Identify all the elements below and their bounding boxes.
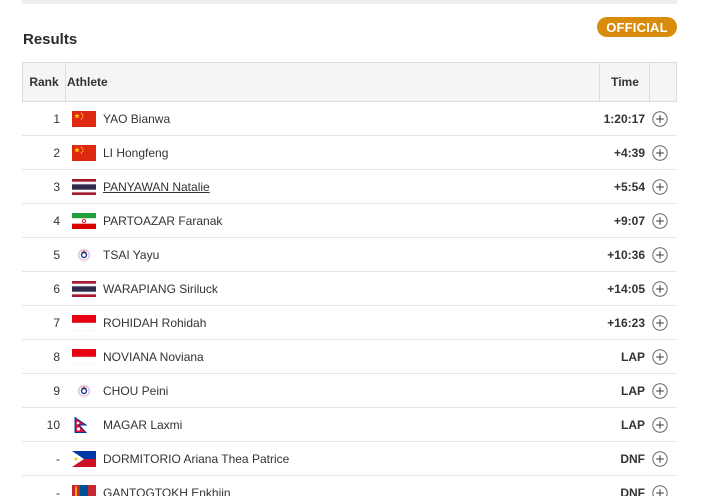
status-badge: OFFICIAL [597,17,677,37]
iran-flag-icon [71,204,96,237]
column-header-athlete[interactable]: Athlete [67,63,108,101]
section-title: Results [23,31,77,48]
table-row[interactable]: 5 TSAI Yayu +10:36 [22,238,677,272]
table-row[interactable]: 8 NOVIANA Noviana LAP [22,340,677,374]
table-row[interactable]: - GANTOGTOKH Enkhjin DNF [22,476,677,496]
time-cell: +10:36 [607,238,645,271]
table-row[interactable]: 10 MAGAR Laxmi LAP [22,408,677,442]
athlete-name: NOVIANA Noviana [103,340,204,373]
table-header: Rank Athlete Time [22,62,677,102]
expand-plus-icon[interactable] [651,102,669,135]
indonesia-flag-icon [71,340,96,373]
expand-plus-icon[interactable] [651,136,669,169]
nepal-flag-icon [71,408,96,441]
time-cell: DNF [620,442,645,475]
expand-plus-icon[interactable] [651,408,669,441]
athlete-name: CHOU Peini [103,374,168,407]
rank-cell: 8 [22,340,60,373]
athlete-name: YAO Bianwa [103,102,170,135]
time-cell: LAP [621,374,645,407]
athlete-name: WARAPIANG Siriluck [103,272,218,305]
athlete-name: MAGAR Laxmi [103,408,182,441]
results-table: Rank Athlete Time 1 YAO Bianwa 1:20:17 2 LI … [22,62,677,496]
time-cell: +14:05 [607,272,645,305]
athlete-name: TSAI Yayu [103,238,159,271]
table-row[interactable]: 7 ROHIDAH Rohidah +16:23 [22,306,677,340]
time-cell: 1:20:17 [604,102,645,135]
thailand-flag-icon [71,170,96,203]
expand-plus-icon[interactable] [651,476,669,496]
column-header-rank[interactable]: Rank [23,63,65,101]
time-cell: +5:54 [614,170,645,203]
indonesia-flag-icon [71,306,96,339]
table-row[interactable]: 9 CHOU Peini LAP [22,374,677,408]
rank-cell: 9 [22,374,60,407]
thailand-flag-icon [71,272,96,305]
athlete-name: GANTOGTOKH Enkhjin [103,476,231,496]
philippines-flag-icon [71,442,96,475]
table-row[interactable]: 3 PANYAWAN Natalie +5:54 [22,170,677,204]
rank-cell: 7 [22,306,60,339]
rank-cell: 10 [22,408,60,441]
rank-cell: 5 [22,238,60,271]
table-row[interactable]: 6 WARAPIANG Siriluck +14:05 [22,272,677,306]
rank-cell: - [22,442,60,475]
athlete-name: ROHIDAH Rohidah [103,306,206,339]
column-header-time[interactable]: Time [600,63,650,101]
time-cell: LAP [621,340,645,373]
time-cell: DNF [620,476,645,496]
table-row[interactable]: - DORMITORIO Ariana Thea Patrice DNF [22,442,677,476]
athlete-name: PARTOAZAR Faranak [103,204,222,237]
top-divider [22,0,677,4]
table-row[interactable]: 4 PARTOAZAR Faranak +9:07 [22,204,677,238]
china-flag-icon [71,102,96,135]
table-row[interactable]: 2 LI Hongfeng +4:39 [22,136,677,170]
expand-plus-icon[interactable] [651,374,669,407]
column-divider [649,63,650,101]
expand-plus-icon[interactable] [651,204,669,237]
rank-cell: 1 [22,102,60,135]
time-cell: +16:23 [607,306,645,339]
rank-cell: - [22,476,60,496]
rank-cell: 3 [22,170,60,203]
table-row[interactable]: 1 YAO Bianwa 1:20:17 [22,102,677,136]
expand-plus-icon[interactable] [651,272,669,305]
china-flag-icon [71,136,96,169]
athlete-name: DORMITORIO Ariana Thea Patrice [103,442,289,475]
expand-plus-icon[interactable] [651,170,669,203]
time-cell: +9:07 [614,204,645,237]
expand-plus-icon[interactable] [651,238,669,271]
expand-plus-icon[interactable] [651,442,669,475]
time-cell: LAP [621,408,645,441]
athlete-name: LI Hongfeng [103,136,168,169]
expand-plus-icon[interactable] [651,340,669,373]
table-body: 1 YAO Bianwa 1:20:17 2 LI Hongfeng +4:39 3 PANY… [22,102,677,496]
chinese-taipei-flag-icon [71,374,96,407]
expand-plus-icon[interactable] [651,306,669,339]
chinese-taipei-flag-icon [71,238,96,271]
time-cell: +4:39 [614,136,645,169]
rank-cell: 4 [22,204,60,237]
rank-cell: 6 [22,272,60,305]
mongolia-flag-icon [71,476,96,496]
rank-cell: 2 [22,136,60,169]
athlete-name[interactable]: PANYAWAN Natalie [103,170,210,203]
column-divider [65,63,66,101]
